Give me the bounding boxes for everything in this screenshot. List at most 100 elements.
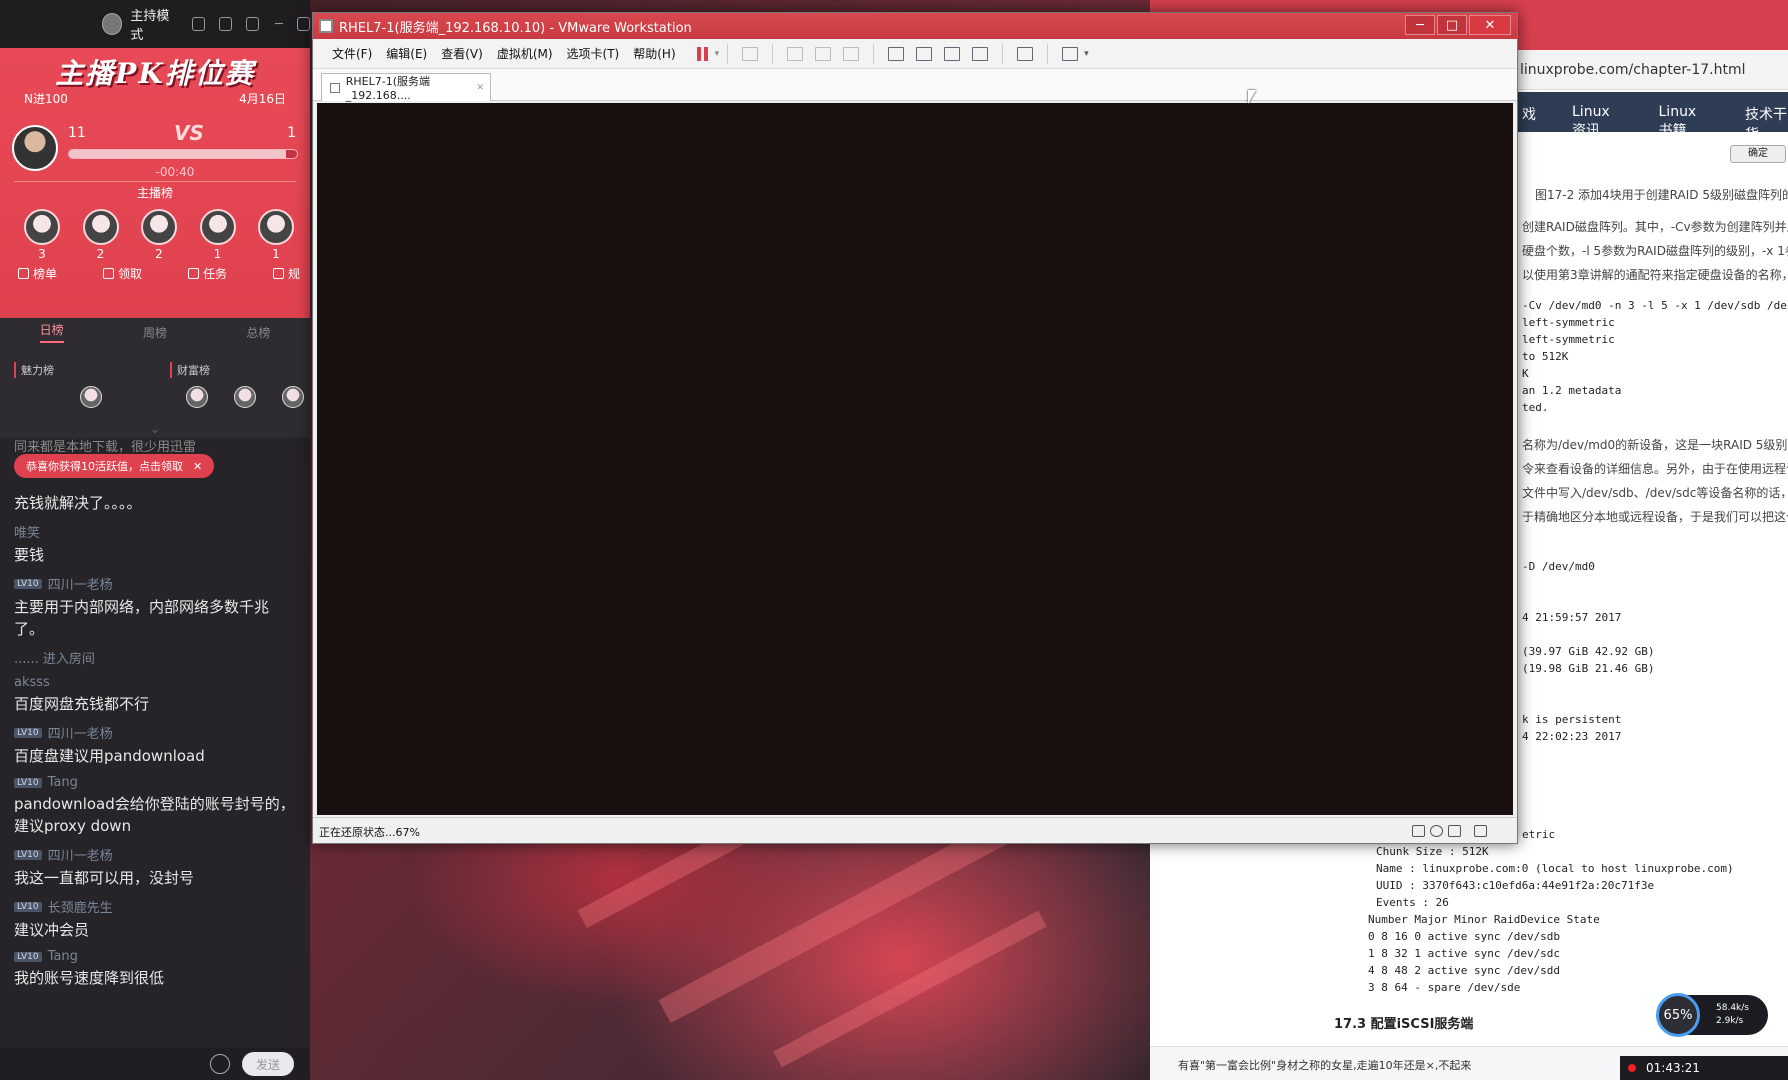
wealth-rank-label[interactable]: 财富榜	[170, 362, 210, 378]
vs-label: VS	[174, 121, 204, 145]
pause-icon[interactable]	[696, 46, 711, 61]
vm-console-screen[interactable]	[317, 103, 1513, 815]
fan-item[interactable]: 2	[81, 209, 121, 261]
snapshot-icon[interactable]	[787, 46, 804, 61]
tab-daily[interactable]: 日榜	[39, 321, 64, 343]
pk-date: 4月16日	[239, 92, 286, 106]
status-text: 正在还原状态...67%	[319, 826, 420, 839]
code-line: K	[1522, 367, 1529, 380]
leaderboard-button[interactable]: 榜单	[18, 265, 57, 282]
reward-notice[interactable]: 恭喜你获得10活跃值，点击领取 ✕	[14, 454, 215, 478]
rules-button[interactable]: 规	[272, 265, 300, 282]
site-nav-item[interactable]: 戏	[1522, 104, 1536, 132]
cdrom-icon[interactable]	[1430, 825, 1443, 837]
chevron-down-icon[interactable]: ▾	[1084, 49, 1089, 59]
stretch-icon[interactable]	[1062, 46, 1079, 61]
host-avatar[interactable]	[12, 125, 58, 171]
chat-username[interactable]: aksss	[14, 675, 296, 690]
share-icon[interactable]	[219, 17, 233, 31]
unity-icon[interactable]	[972, 46, 989, 61]
chat-user-row[interactable]: LV10 四川一老杨	[14, 723, 296, 742]
avatar	[24, 209, 60, 245]
host-mode-label[interactable]: 主持模式	[130, 5, 178, 43]
network-speed-widget[interactable]: 65% 58.4k/s 2.9k/s	[1656, 993, 1768, 1037]
pk-round: N进100	[24, 92, 68, 106]
network-icon[interactable]	[1448, 825, 1461, 837]
upload-speed: 58.4k/s	[1716, 1003, 1749, 1013]
menu-view[interactable]: 查看(V)	[434, 45, 490, 62]
target-icon[interactable]	[192, 17, 206, 31]
vm-tab[interactable]: RHEL7-1(服务端_192.168.... ✕	[321, 73, 491, 102]
fan-item[interactable]: 1	[198, 209, 238, 261]
chat-message: LV10 长颈鹿先生 建议冲会员	[14, 897, 296, 941]
hdd-icon[interactable]	[1412, 825, 1425, 837]
site-nav-item[interactable]: Linux书籍	[1659, 104, 1710, 139]
close-icon[interactable]: ✕	[476, 83, 484, 93]
fan-item[interactable]: 1	[256, 209, 296, 261]
claim-button[interactable]: 领取	[102, 265, 142, 282]
pk-bar	[68, 149, 298, 159]
avatar[interactable]	[186, 386, 208, 408]
chat-message: LV10 Tang pandownload会给你登陆的账号封号的，建议proxy d…	[14, 775, 296, 837]
chat-username: 四川一老杨	[47, 578, 113, 593]
notice-text: 恭喜你获得10活跃值，点击领取	[26, 460, 183, 473]
send-keys-icon[interactable]	[742, 46, 759, 61]
charm-rank-label[interactable]: 魅力榜	[14, 362, 54, 378]
avatar[interactable]	[102, 13, 123, 35]
close-button[interactable]: ✕	[1469, 15, 1511, 35]
chat-user-row[interactable]: LV10 Tang	[14, 775, 296, 790]
chevron-down-icon[interactable]: ▾	[715, 49, 720, 59]
code-line: UUID : 3370f643:c10efd6a:44e91f2a:20c71f…	[1376, 879, 1655, 892]
library-icon[interactable]	[888, 46, 905, 61]
emoji-icon[interactable]	[210, 1054, 230, 1074]
thumbnail-icon[interactable]	[916, 46, 933, 61]
menu-tabs[interactable]: 选项卡(T)	[560, 45, 627, 62]
minimize-icon[interactable]: ─	[275, 17, 283, 32]
snapshot-manager-icon[interactable]	[843, 46, 860, 61]
maximize-button[interactable]: □	[1437, 15, 1467, 35]
code-line: 4 22:02:23 2017	[1522, 730, 1622, 743]
title-bar[interactable]: RHEL7-1(服务端_192.168.10.10) - VMware Work…	[313, 13, 1517, 39]
message-icon[interactable]	[1474, 825, 1487, 837]
avatar	[199, 209, 236, 245]
revert-snapshot-icon[interactable]	[815, 46, 832, 61]
chat-user-row[interactable]: LV10 四川一老杨	[14, 845, 296, 864]
fan-count: 2	[96, 247, 105, 261]
confirm-button[interactable]: 确定	[1730, 145, 1786, 163]
pk-vs-row: 11 VS 1	[0, 121, 310, 171]
fan-item[interactable]: 3	[22, 209, 62, 261]
site-nav-item[interactable]: Linux资讯	[1572, 104, 1623, 139]
tab-total[interactable]: 总榜	[246, 324, 270, 341]
maximize-icon[interactable]	[296, 17, 310, 31]
avatar	[258, 209, 294, 245]
task-button[interactable]: 任务	[187, 265, 227, 282]
console-icon[interactable]	[1017, 46, 1034, 61]
fan-item[interactable]: 2	[139, 209, 179, 261]
rank-tabs: 日榜 周榜 总榜	[0, 318, 310, 346]
send-button[interactable]: 发送	[242, 1052, 294, 1076]
chevron-down-icon[interactable]: ⌄	[150, 422, 160, 436]
status-bar: 正在还原状态...67%	[313, 817, 1517, 843]
menu-vm[interactable]: 虚拟机(M)	[490, 45, 560, 62]
tab-bar: RHEL7-1(服务端_192.168.... ✕	[313, 69, 1517, 102]
menu-edit[interactable]: 编辑(E)	[379, 45, 434, 62]
avatar[interactable]	[80, 386, 102, 408]
avatar[interactable]	[282, 386, 304, 408]
chat-user-row[interactable]: LV10 四川一老杨	[14, 574, 296, 593]
vm-tab-icon	[330, 82, 340, 93]
chat-user-row[interactable]: LV10 Tang	[14, 949, 296, 964]
tab-weekly[interactable]: 周榜	[143, 324, 167, 341]
menu-file[interactable]: 文件(F)	[325, 45, 379, 62]
fullscreen-icon[interactable]	[944, 46, 961, 61]
minimize-button[interactable]: ─	[1405, 15, 1435, 35]
level-badge: LV10	[14, 849, 42, 860]
settings-icon[interactable]	[246, 17, 260, 31]
chat-username[interactable]: 唯笑	[14, 522, 296, 541]
site-nav-item[interactable]: 技术干货	[1745, 104, 1788, 143]
menu-help[interactable]: 帮助(H)	[626, 45, 682, 62]
chat-text: 我这一直都可以用，没封号	[14, 869, 195, 887]
chat-user-row[interactable]: LV10 长颈鹿先生	[14, 897, 296, 916]
close-icon[interactable]: ✕	[193, 460, 202, 473]
article-line: 令来查看设备的详细信息。另外，由于在使用远程设备	[1522, 462, 1788, 476]
avatar[interactable]	[234, 386, 256, 408]
